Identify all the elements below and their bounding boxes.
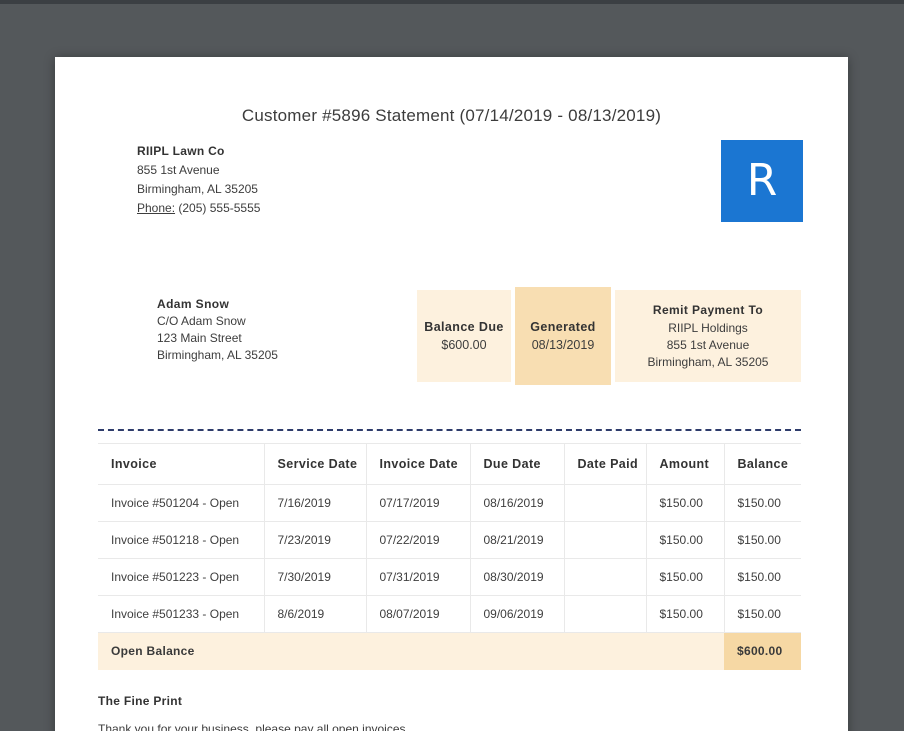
table-header-row: Invoice Service Date Invoice Date Due Da… — [98, 443, 801, 485]
customer-street: 123 Main Street — [157, 331, 242, 345]
table-row: Invoice #501218 - Open 7/23/2019 07/22/2… — [98, 521, 801, 559]
cell-date-paid — [563, 558, 646, 596]
open-balance-label: Open Balance — [98, 632, 724, 670]
invoice-table: Invoice Service Date Invoice Date Due Da… — [98, 443, 801, 670]
cell-service-date: 7/23/2019 — [263, 521, 366, 559]
remit-street: 855 1st Avenue — [666, 337, 750, 352]
cell-service-date: 7/30/2019 — [263, 558, 366, 596]
cell-balance: $150.00 — [723, 521, 801, 559]
cell-balance: $150.00 — [723, 595, 801, 633]
statement-summary-bar: Balance Due $600.00 Generated 08/13/2019… — [417, 287, 801, 385]
remit-city-state-zip: Birmingham, AL 35205 — [647, 354, 769, 369]
cell-service-date: 7/16/2019 — [263, 484, 366, 522]
generated-date-box: Generated 08/13/2019 — [515, 287, 611, 385]
fine-print-text: Thank you for your business, please pay … — [98, 722, 409, 731]
column-header-balance: Balance — [723, 443, 801, 485]
cell-service-date: 8/6/2019 — [263, 595, 366, 633]
logo-letter-icon: R — [746, 155, 778, 206]
company-name: RIIPL Lawn Co — [137, 144, 225, 158]
dashed-divider — [98, 429, 801, 431]
company-phone: Phone: (205) 555-5555 — [137, 199, 260, 218]
cell-invoice-date: 07/22/2019 — [365, 521, 470, 559]
company-logo: R — [721, 140, 803, 222]
customer-name: Adam Snow — [157, 297, 230, 311]
cell-invoice: Invoice #501233 - Open — [98, 595, 264, 633]
cell-balance: $150.00 — [723, 558, 801, 596]
customer-city-state-zip: Birmingham, AL 35205 — [157, 348, 278, 362]
cell-balance: $150.00 — [723, 484, 801, 522]
customer-care-of: C/O Adam Snow — [157, 314, 246, 328]
company-address-line1: 855 1st Avenue — [137, 163, 220, 177]
customer-address-block: Adam Snow C/O Adam Snow 123 Main Street … — [157, 296, 278, 364]
balance-due-label: Balance Due — [424, 320, 504, 334]
remit-label: Remit Payment To — [652, 302, 764, 317]
cell-invoice-date: 07/17/2019 — [365, 484, 470, 522]
cell-invoice: Invoice #501218 - Open — [98, 521, 264, 559]
open-balance-row: Open Balance $600.00 — [98, 632, 801, 670]
cell-due-date: 08/16/2019 — [469, 484, 564, 522]
cell-amount: $150.00 — [645, 484, 724, 522]
cell-due-date: 08/21/2019 — [469, 521, 564, 559]
balance-due-value: $600.00 — [441, 338, 487, 352]
cell-invoice-date: 07/31/2019 — [365, 558, 470, 596]
fine-print-heading: The Fine Print — [98, 694, 183, 708]
cell-due-date: 09/06/2019 — [469, 595, 564, 633]
cell-amount: $150.00 — [645, 521, 724, 559]
table-row: Invoice #501204 - Open 7/16/2019 07/17/2… — [98, 484, 801, 522]
statement-page: Customer #5896 Statement (07/14/2019 - 0… — [55, 57, 848, 731]
phone-label: Phone: — [137, 201, 176, 215]
open-balance-total: $600.00 — [724, 632, 801, 670]
column-header-invoice-date: Invoice Date — [365, 443, 470, 485]
company-address-line2: Birmingham, AL 35205 — [137, 182, 258, 196]
cell-amount: $150.00 — [645, 558, 724, 596]
column-header-date-paid: Date Paid — [563, 443, 646, 485]
cell-invoice: Invoice #501204 - Open — [98, 484, 264, 522]
table-row: Invoice #501233 - Open 8/6/2019 08/07/20… — [98, 595, 801, 633]
generated-label: Generated — [530, 320, 596, 334]
phone-number: (205) 555-5555 — [175, 201, 261, 215]
column-header-amount: Amount — [645, 443, 724, 485]
statement-title: Customer #5896 Statement (07/14/2019 - 0… — [241, 106, 662, 125]
column-header-due-date: Due Date — [469, 443, 564, 485]
viewer-top-strip — [0, 0, 904, 4]
cell-due-date: 08/30/2019 — [469, 558, 564, 596]
cell-invoice-date: 08/07/2019 — [365, 595, 470, 633]
cell-date-paid — [563, 595, 646, 633]
company-address-block: RIIPL Lawn Co 855 1st Avenue Birmingham,… — [137, 142, 260, 218]
cell-date-paid — [563, 484, 646, 522]
table-row: Invoice #501223 - Open 7/30/2019 07/31/2… — [98, 558, 801, 596]
column-header-service-date: Service Date — [263, 443, 366, 485]
cell-date-paid — [563, 521, 646, 559]
cell-amount: $150.00 — [645, 595, 724, 633]
cell-invoice: Invoice #501223 - Open — [98, 558, 264, 596]
column-header-invoice: Invoice — [98, 443, 264, 485]
balance-due-box: Balance Due $600.00 — [417, 290, 511, 382]
remit-name: RIIPL Holdings — [668, 320, 748, 335]
remit-payment-box: Remit Payment To RIIPL Holdings 855 1st … — [615, 290, 801, 382]
generated-value: 08/13/2019 — [531, 338, 595, 352]
